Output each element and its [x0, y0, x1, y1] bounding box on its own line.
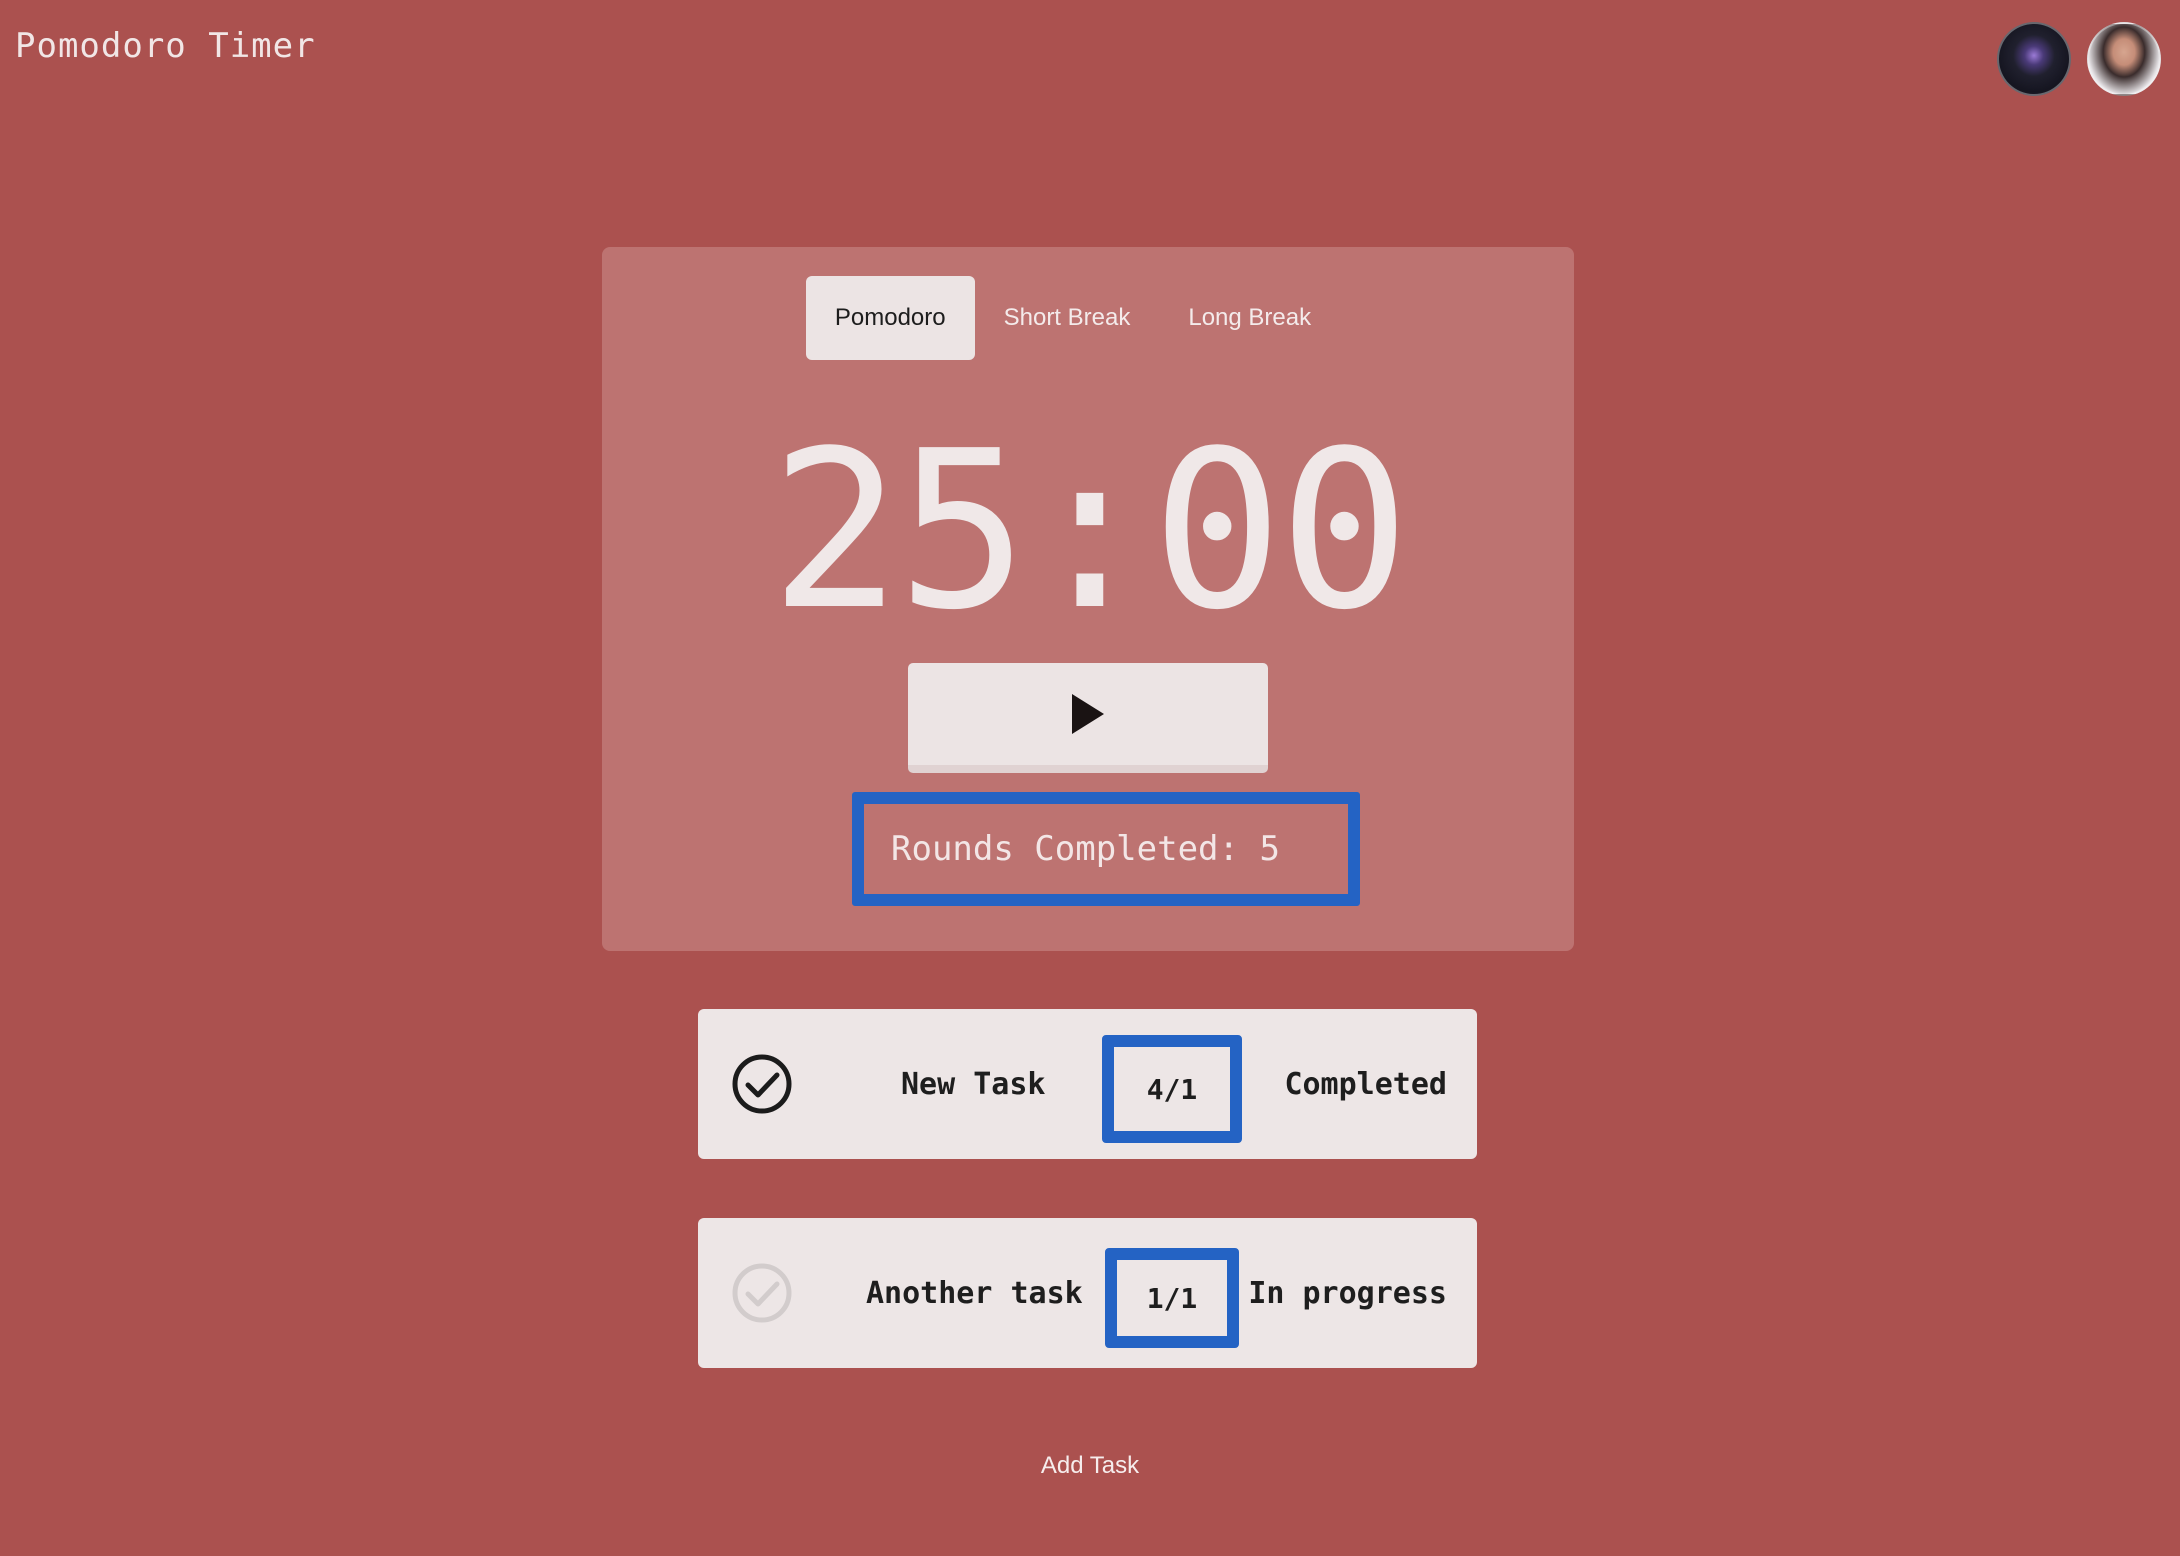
- task-status: Completed: [1284, 1066, 1447, 1102]
- tab-short-break[interactable]: Short Break: [975, 276, 1160, 360]
- task-card[interactable]: Another task 1/1 In progress: [698, 1218, 1477, 1368]
- rounds-completed: Rounds Completed: 5: [852, 792, 1360, 906]
- play-icon: [1072, 694, 1104, 734]
- avatar[interactable]: [1997, 22, 2071, 96]
- timer-panel: Pomodoro Short Break Long Break 25:00 Ro…: [602, 247, 1574, 951]
- timer-display: 25:00: [769, 405, 1410, 658]
- task-status: In progress: [1248, 1275, 1447, 1311]
- start-button[interactable]: [908, 663, 1268, 773]
- task-name: New Task: [901, 1066, 1046, 1102]
- mode-tabs: Pomodoro Short Break Long Break: [602, 276, 1574, 360]
- tab-pomodoro[interactable]: Pomodoro: [805, 276, 975, 360]
- check-circle-icon[interactable]: [732, 1054, 792, 1114]
- task-pomodoro-count: 4/1: [1102, 1035, 1242, 1143]
- task-pomodoro-count: 1/1: [1105, 1248, 1239, 1348]
- avatar[interactable]: [2087, 22, 2161, 96]
- task-name: Another task: [866, 1275, 1083, 1311]
- add-task-button[interactable]: Add Task: [0, 1452, 2180, 1480]
- task-card[interactable]: New Task 4/1 Completed: [698, 1009, 1477, 1159]
- app-title: Pomodoro Timer: [15, 26, 316, 66]
- tab-long-break[interactable]: Long Break: [1159, 276, 1340, 360]
- check-circle-icon[interactable]: [732, 1263, 792, 1323]
- avatar-group: [1997, 22, 2161, 96]
